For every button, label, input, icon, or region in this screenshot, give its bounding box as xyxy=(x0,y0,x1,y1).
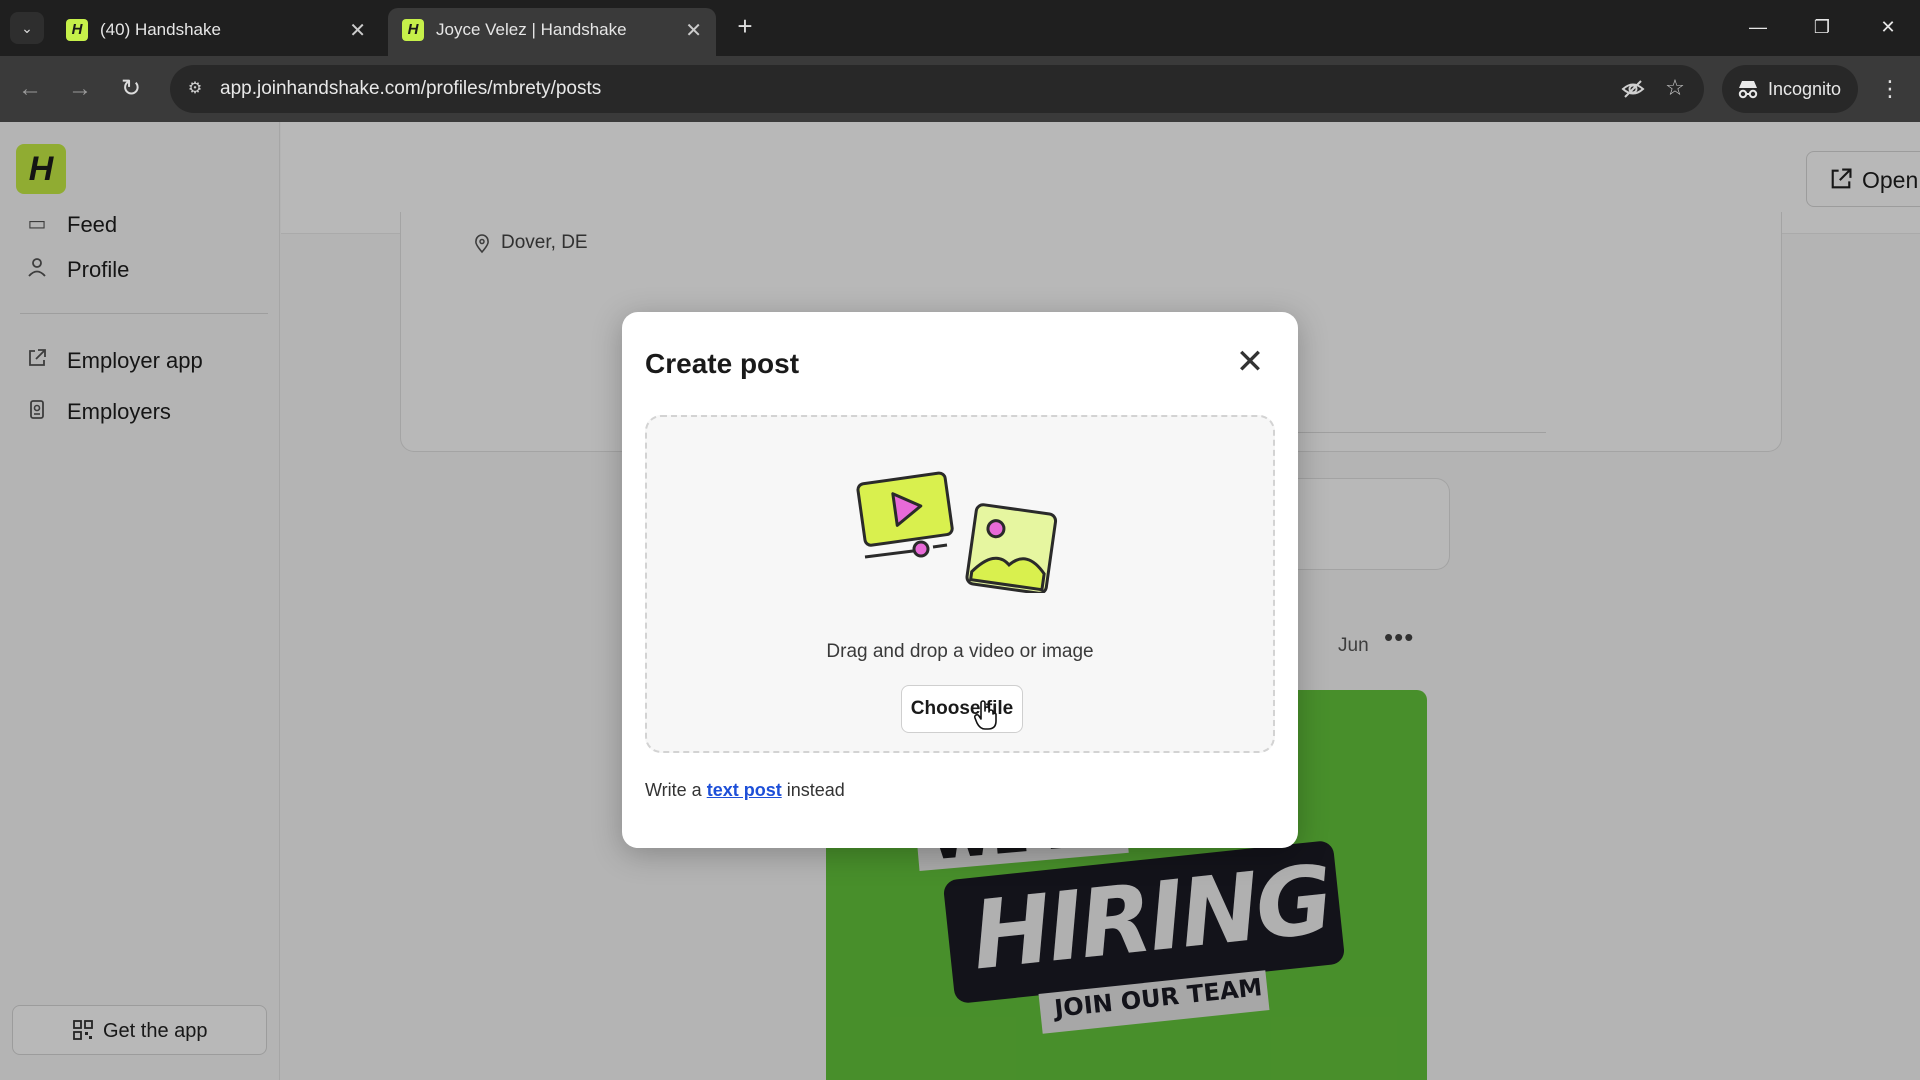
choose-file-button[interactable]: Choose file xyxy=(901,685,1023,733)
incognito-label: Incognito xyxy=(1768,79,1842,99)
handshake-favicon-icon: H xyxy=(66,19,88,41)
handshake-page: H ▭ Feed Profile Employer app Employers xyxy=(0,122,1920,1080)
site-info-icon[interactable]: ⚙ xyxy=(184,78,206,100)
browser-tab-joyce-velez[interactable]: H Joyce Velez | Handshake ✕ xyxy=(388,8,716,56)
browser-tab-handshake-feed[interactable]: H (40) Handshake ✕ xyxy=(52,8,380,56)
incognito-indicator[interactable]: Incognito xyxy=(1722,65,1858,113)
browser-toolbar: ← → ↻ ⚙ app.joinhandshake.com/profiles/m… xyxy=(0,56,1920,122)
dialog-title: Create post xyxy=(645,348,800,379)
bookmark-star-icon[interactable]: ☆ xyxy=(1662,75,1688,101)
url-text[interactable]: app.joinhandshake.com/profiles/mbrety/po… xyxy=(220,78,601,100)
text-post-link[interactable]: text post xyxy=(707,780,782,800)
close-tab-icon[interactable]: ✕ xyxy=(685,18,702,43)
address-bar[interactable]: ⚙ app.joinhandshake.com/profiles/mbrety/… xyxy=(170,65,1704,113)
media-dropzone[interactable]: Drag and drop a video or image Choose fi… xyxy=(645,415,1275,753)
close-window-icon[interactable]: ✕ xyxy=(1868,10,1908,44)
media-upload-illustration xyxy=(856,471,1058,593)
handshake-favicon-icon: H xyxy=(402,19,424,41)
minimize-window-icon[interactable]: — xyxy=(1738,10,1778,44)
forward-arrow-icon[interactable]: → xyxy=(64,73,96,105)
tracking-protection-eye-icon[interactable] xyxy=(1620,76,1646,102)
restore-window-icon[interactable]: ❐ xyxy=(1802,10,1842,44)
reload-icon[interactable]: ↻ xyxy=(115,73,147,105)
browser-menu-icon[interactable]: ⋮ xyxy=(1874,73,1906,105)
text-post-prompt: Write a text post instead xyxy=(645,780,845,801)
back-arrow-icon[interactable]: ← xyxy=(14,73,46,105)
tab-title: (40) Handshake xyxy=(100,20,221,39)
incognito-icon xyxy=(1736,77,1760,101)
tab-title: Joyce Velez | Handshake xyxy=(436,20,627,39)
text-post-prefix: Write a xyxy=(645,780,702,800)
text-post-suffix: instead xyxy=(786,780,845,800)
hand-cursor-icon xyxy=(973,700,997,730)
close-dialog-icon[interactable]: ✕ xyxy=(1230,342,1270,382)
browser-tab-bar: ⌄ H (40) Handshake ✕ H Joyce Velez | Han… xyxy=(0,0,1920,56)
drop-instructions: Drag and drop a video or image xyxy=(826,641,1094,662)
new-tab-button[interactable]: + xyxy=(732,12,758,42)
create-post-dialog: Create post ✕ Drag and drop a video or i… xyxy=(622,312,1298,848)
close-tab-icon[interactable]: ✕ xyxy=(349,18,366,43)
tab-search-button[interactable]: ⌄ xyxy=(10,12,44,44)
